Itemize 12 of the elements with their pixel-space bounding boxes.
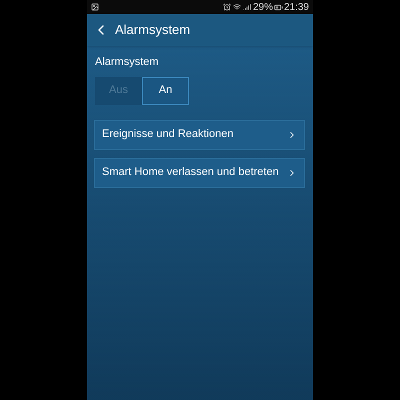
alarm-icon — [222, 3, 231, 11]
battery-icon — [274, 2, 283, 12]
window-title: Alarmsystem — [115, 21, 190, 40]
wifi-icon — [232, 3, 241, 11]
section-label: Alarmsystem — [95, 55, 160, 70]
toggle-option[interactable]: An — [142, 76, 189, 104]
menu-item[interactable]: Ereignisse und Reaktionen — [94, 120, 305, 150]
image-icon — [91, 3, 99, 11]
battery-percent: 29% — [252, 0, 273, 14]
signal-icon — [242, 3, 251, 11]
menu-item[interactable]: Smart Home verlassen und betreten — [94, 158, 305, 188]
clock: 21:39 — [284, 0, 309, 14]
